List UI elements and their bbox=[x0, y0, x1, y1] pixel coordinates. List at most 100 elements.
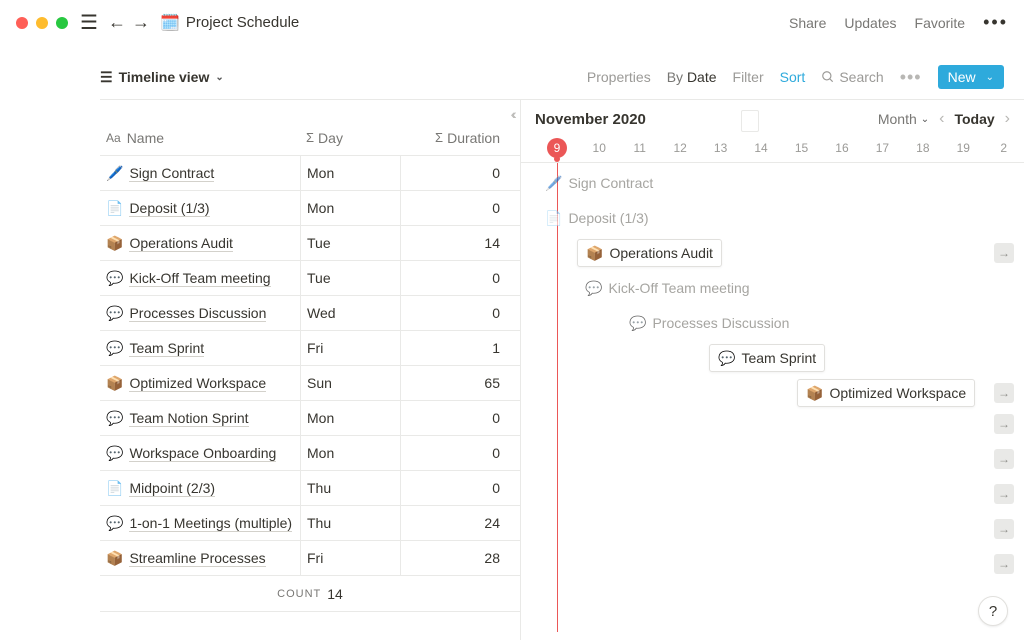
table-row[interactable]: 📦Operations Audit Tue 14 bbox=[100, 226, 520, 261]
row-duration[interactable]: 0 bbox=[400, 261, 510, 295]
row-day[interactable]: Fri bbox=[300, 541, 400, 575]
row-name[interactable]: Sign Contract bbox=[129, 165, 214, 182]
row-name[interactable]: Midpoint (2/3) bbox=[129, 480, 215, 497]
row-duration[interactable]: 14 bbox=[400, 226, 510, 260]
row-name[interactable]: Deposit (1/3) bbox=[129, 200, 209, 217]
table-row[interactable]: 💬Team Notion Sprint Mon 0 bbox=[100, 401, 520, 436]
date-cell[interactable]: 19 bbox=[943, 141, 983, 155]
timeline-minimap[interactable] bbox=[741, 110, 759, 132]
table-row[interactable]: 📦Optimized Workspace Sun 65 bbox=[100, 366, 520, 401]
row-name[interactable]: Workspace Onboarding bbox=[129, 445, 276, 462]
overflow-right-icon[interactable]: → bbox=[994, 484, 1014, 504]
table-row[interactable]: 📄Deposit (1/3) Mon 0 bbox=[100, 191, 520, 226]
group-by-button[interactable]: By Date bbox=[667, 69, 717, 85]
column-duration[interactable]: ΣDuration bbox=[400, 130, 510, 146]
row-day[interactable]: Wed bbox=[300, 296, 400, 330]
help-button[interactable]: ? bbox=[978, 596, 1008, 626]
timeline-bar[interactable]: 💬Processes Discussion bbox=[621, 309, 797, 337]
search-button[interactable]: Search bbox=[821, 69, 883, 85]
row-name[interactable]: Optimized Workspace bbox=[129, 375, 266, 392]
row-duration[interactable]: 0 bbox=[400, 296, 510, 330]
date-cell[interactable]: 2 bbox=[984, 141, 1024, 155]
overflow-right-icon[interactable]: → bbox=[994, 414, 1014, 434]
row-day[interactable]: Thu bbox=[300, 506, 400, 540]
row-name[interactable]: Team Notion Sprint bbox=[129, 410, 248, 427]
overflow-right-icon[interactable]: → bbox=[994, 519, 1014, 539]
row-name[interactable]: Processes Discussion bbox=[129, 305, 266, 322]
filter-button[interactable]: Filter bbox=[733, 69, 764, 85]
maximize-icon[interactable] bbox=[56, 17, 68, 29]
date-cell[interactable]: 13 bbox=[700, 141, 740, 155]
row-name[interactable]: Kick-Off Team meeting bbox=[129, 270, 270, 287]
updates-button[interactable]: Updates bbox=[844, 15, 896, 31]
date-cell[interactable]: 10 bbox=[579, 141, 619, 155]
row-name[interactable]: Team Sprint bbox=[129, 340, 204, 357]
next-period-button[interactable]: › bbox=[1005, 110, 1010, 128]
row-duration[interactable]: 1 bbox=[400, 331, 510, 365]
properties-button[interactable]: Properties bbox=[587, 69, 651, 85]
column-day[interactable]: ΣDay bbox=[300, 130, 400, 146]
row-duration[interactable]: 28 bbox=[400, 541, 510, 575]
date-cell[interactable]: 14 bbox=[741, 141, 781, 155]
row-day[interactable]: Thu bbox=[300, 471, 400, 505]
date-cell[interactable]: 12 bbox=[660, 141, 700, 155]
column-name[interactable]: AaName bbox=[100, 130, 300, 146]
row-duration[interactable]: 0 bbox=[400, 401, 510, 435]
table-row[interactable]: 💬1-on-1 Meetings (multiple) Thu 24 bbox=[100, 506, 520, 541]
table-row[interactable]: 📦Streamline Processes Fri 28 bbox=[100, 541, 520, 576]
close-icon[interactable] bbox=[16, 17, 28, 29]
date-today[interactable]: 9 bbox=[547, 138, 567, 158]
overflow-right-icon[interactable]: → bbox=[994, 554, 1014, 574]
row-duration[interactable]: 0 bbox=[400, 436, 510, 470]
row-day[interactable]: Tue bbox=[300, 261, 400, 295]
timeline-bar[interactable]: 💬Kick-Off Team meeting bbox=[577, 274, 758, 302]
timeline-bar[interactable]: 📄Deposit (1/3) bbox=[537, 204, 657, 232]
minimize-icon[interactable] bbox=[36, 17, 48, 29]
row-day[interactable]: Tue bbox=[300, 226, 400, 260]
row-duration[interactable]: 0 bbox=[400, 191, 510, 225]
overflow-right-icon[interactable]: → bbox=[994, 449, 1014, 469]
row-day[interactable]: Mon bbox=[300, 156, 400, 190]
table-row[interactable]: 🖊️Sign Contract Mon 0 bbox=[100, 156, 520, 191]
favorite-button[interactable]: Favorite bbox=[915, 15, 966, 31]
page-title[interactable]: Project Schedule bbox=[186, 14, 299, 31]
row-day[interactable]: Sun bbox=[300, 366, 400, 400]
timeline-bar[interactable]: 📦Optimized Workspace bbox=[797, 379, 975, 407]
timeline-body[interactable]: 🖊️Sign Contract 📄Deposit (1/3) 📦Operations… bbox=[521, 162, 1024, 632]
table-row[interactable]: 💬Processes Discussion Wed 0 bbox=[100, 296, 520, 331]
table-row[interactable]: 💬Team Sprint Fri 1 bbox=[100, 331, 520, 366]
table-row[interactable]: 📄Midpoint (2/3) Thu 0 bbox=[100, 471, 520, 506]
row-duration[interactable]: 24 bbox=[400, 506, 510, 540]
row-day[interactable]: Mon bbox=[300, 401, 400, 435]
row-duration[interactable]: 0 bbox=[400, 156, 510, 190]
new-button[interactable]: New⌄ bbox=[938, 65, 1004, 89]
hamburger-icon[interactable]: ☰ bbox=[80, 10, 98, 35]
date-cell[interactable]: 16 bbox=[822, 141, 862, 155]
row-duration[interactable]: 0 bbox=[400, 471, 510, 505]
today-button[interactable]: Today bbox=[954, 111, 994, 127]
table-row[interactable]: 💬Workspace Onboarding Mon 0 bbox=[100, 436, 520, 471]
date-cell[interactable]: 11 bbox=[619, 141, 659, 155]
timeline-bar[interactable]: 💬Team Sprint bbox=[709, 344, 825, 372]
sort-button[interactable]: Sort bbox=[780, 69, 806, 85]
timeline-bar[interactable]: 🖊️Sign Contract bbox=[537, 169, 661, 197]
share-button[interactable]: Share bbox=[789, 15, 826, 31]
row-duration[interactable]: 65 bbox=[400, 366, 510, 400]
zoom-selector[interactable]: Month⌄ bbox=[878, 111, 929, 127]
row-name[interactable]: Operations Audit bbox=[129, 235, 233, 252]
overflow-right-icon[interactable]: → bbox=[994, 383, 1014, 403]
timeline-bar[interactable]: 📦Operations Audit bbox=[577, 239, 722, 267]
date-cell[interactable]: 17 bbox=[862, 141, 902, 155]
overflow-right-icon[interactable]: → bbox=[994, 243, 1014, 263]
row-day[interactable]: Mon bbox=[300, 191, 400, 225]
row-day[interactable]: Fri bbox=[300, 331, 400, 365]
table-row[interactable]: 💬Kick-Off Team meeting Tue 0 bbox=[100, 261, 520, 296]
row-name[interactable]: Streamline Processes bbox=[129, 550, 265, 567]
date-cell[interactable]: 18 bbox=[903, 141, 943, 155]
row-day[interactable]: Mon bbox=[300, 436, 400, 470]
prev-period-button[interactable]: ‹ bbox=[939, 110, 944, 128]
view-selector[interactable]: ☰ Timeline view ⌄ bbox=[100, 69, 224, 86]
forward-button[interactable]: → bbox=[132, 12, 150, 33]
row-name[interactable]: 1-on-1 Meetings (multiple) bbox=[129, 515, 292, 532]
date-cell[interactable]: 15 bbox=[781, 141, 821, 155]
